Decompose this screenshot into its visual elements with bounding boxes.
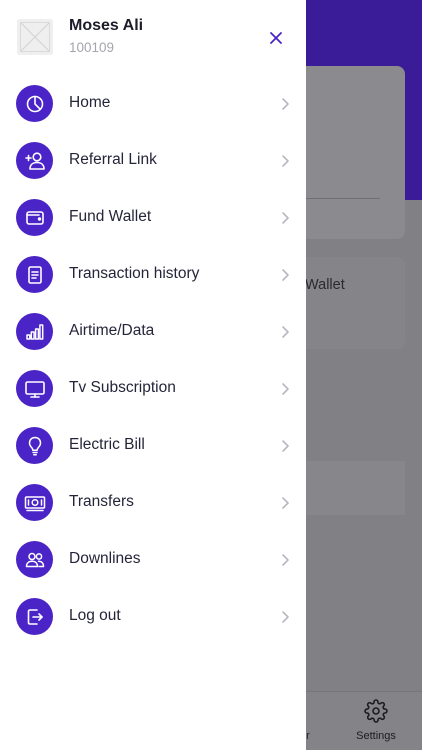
menu-item-transfers[interactable]: Transfers [0,474,306,531]
user-name: Moses Ali [69,17,144,34]
menu-item-transaction-history[interactable]: Transaction history [0,246,306,303]
drawer-header: Moses Ali 100109 [0,0,306,72]
logout-icon [16,598,53,635]
menu-item-referral-link[interactable]: Referral Link [0,132,306,189]
menu-item-label: Tv Subscription [69,379,176,396]
chevron-right-icon [282,497,289,509]
menu-item-label: Airtime/Data [69,322,155,339]
navigation-drawer: Moses Ali 100109 Home Referral Link Fund… [0,0,306,750]
chevron-right-icon [282,554,289,566]
tab-settings-label: Settings [356,730,396,742]
menu-item-tv-subscription[interactable]: Tv Subscription [0,360,306,417]
chevron-right-icon [282,326,289,338]
chevron-right-icon [282,212,289,224]
chevron-right-icon [282,98,289,110]
menu-item-label: Log out [69,607,121,624]
avatar[interactable] [17,19,53,55]
avatar-placeholder-icon [17,19,53,55]
drawer-menu: Home Referral Link Fund Wallet Transacti… [0,75,306,645]
menu-item-home[interactable]: Home [0,75,306,132]
menu-item-label: Home [69,94,111,111]
wallet-icon [16,199,53,236]
receipt-icon [16,256,53,293]
user-id: 100109 [69,40,115,55]
menu-item-downlines[interactable]: Downlines [0,531,306,588]
users-icon [16,541,53,578]
chevron-right-icon [282,155,289,167]
menu-item-label: Fund Wallet [69,208,152,225]
menu-item-label: Transaction history [69,265,200,282]
menu-item-fund-wallet[interactable]: Fund Wallet [0,189,306,246]
close-drawer-button[interactable] [265,27,287,49]
menu-item-electric-bill[interactable]: Electric Bill [0,417,306,474]
background-wallet-card-label: Wallet [305,277,345,293]
lightbulb-icon [16,427,53,464]
chevron-right-icon [282,440,289,452]
signal-bars-icon [16,313,53,350]
gear-icon [364,699,388,723]
menu-item-log-out[interactable]: Log out [0,588,306,645]
pie-chart-icon [16,85,53,122]
chevron-right-icon [282,611,289,623]
close-icon [270,32,282,44]
add-user-icon [16,142,53,179]
chevron-right-icon [282,269,289,281]
tab-settings[interactable]: Settings [352,699,400,744]
cash-icon [16,484,53,521]
menu-item-label: Referral Link [69,151,157,168]
menu-item-label: Downlines [69,550,141,567]
chevron-right-icon [282,383,289,395]
menu-item-airtime-data[interactable]: Airtime/Data [0,303,306,360]
menu-item-label: Electric Bill [69,436,145,453]
menu-item-label: Transfers [69,493,134,510]
tv-icon [16,370,53,407]
